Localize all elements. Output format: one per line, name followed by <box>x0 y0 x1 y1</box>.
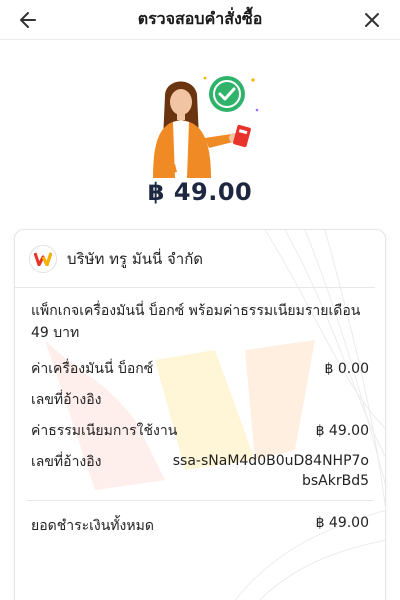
header: ตรวจสอบคำสั่งซื้อ <box>0 0 400 40</box>
detail-row-reference-2: เลขที่อ้างอิง ssa-sNaM4d0B0uD84NHP7obsAk… <box>31 451 369 491</box>
success-illustration <box>135 68 265 188</box>
detail-value: ฿ 49.00 <box>315 423 369 439</box>
detail-label: เลขที่อ้างอิง <box>31 454 102 470</box>
package-description: แพ็กเกจเครื่องมันนี่ บ็อกซ์ พร้อมค่าธรรม… <box>31 303 361 341</box>
arrow-left-icon <box>20 12 36 28</box>
detail-row-service-fee: ค่าธรรมเนียมการใช้งาน ฿ 49.00 <box>31 420 369 442</box>
merchant-logo <box>29 244 57 273</box>
total-label: ยอดชำระเงินทั้งหมด <box>31 518 154 534</box>
order-details: ค่าเครื่องมันนี่ บ็อกซ์ ฿ 0.00 เลขที่อ้า… <box>15 344 385 491</box>
order-amount: ฿ 49.00 <box>147 178 253 206</box>
total-row: ยอดชำระเงินทั้งหมด ฿ 49.00 <box>15 501 385 537</box>
detail-label: เลขที่อ้างอิง <box>31 392 102 408</box>
detail-value: ฿ 0.00 <box>324 361 369 377</box>
truemoney-logo-icon <box>34 252 52 266</box>
close-button[interactable] <box>350 0 394 40</box>
hero: ฿ 49.00 <box>0 40 400 220</box>
total-value: ฿ 49.00 <box>315 515 369 531</box>
close-icon <box>365 13 379 27</box>
detail-row-device-fee: ค่าเครื่องมันนี่ บ็อกซ์ ฿ 0.00 <box>31 358 369 380</box>
merchant-row: บริษัท ทรู มันนี่ จำกัด <box>15 230 375 288</box>
detail-label: ค่าธรรมเนียมการใช้งาน <box>31 423 178 439</box>
detail-row-reference-1: เลขที่อ้างอิง <box>31 389 369 411</box>
page-title: ตรวจสอบคำสั่งซื้อ <box>137 9 263 28</box>
detail-label: ค่าเครื่องมันนี่ บ็อกซ์ <box>31 361 154 377</box>
merchant-name: บริษัท ทรู มันนี่ จำกัด <box>67 249 204 268</box>
reference-number: ssa-sNaM4d0B0uD84NHP7obsAkrBd5 <box>172 453 369 489</box>
back-button[interactable] <box>6 0 50 40</box>
order-card: บริษัท ทรู มันนี่ จำกัด แพ็กเกจเครื่องมั… <box>14 229 386 600</box>
